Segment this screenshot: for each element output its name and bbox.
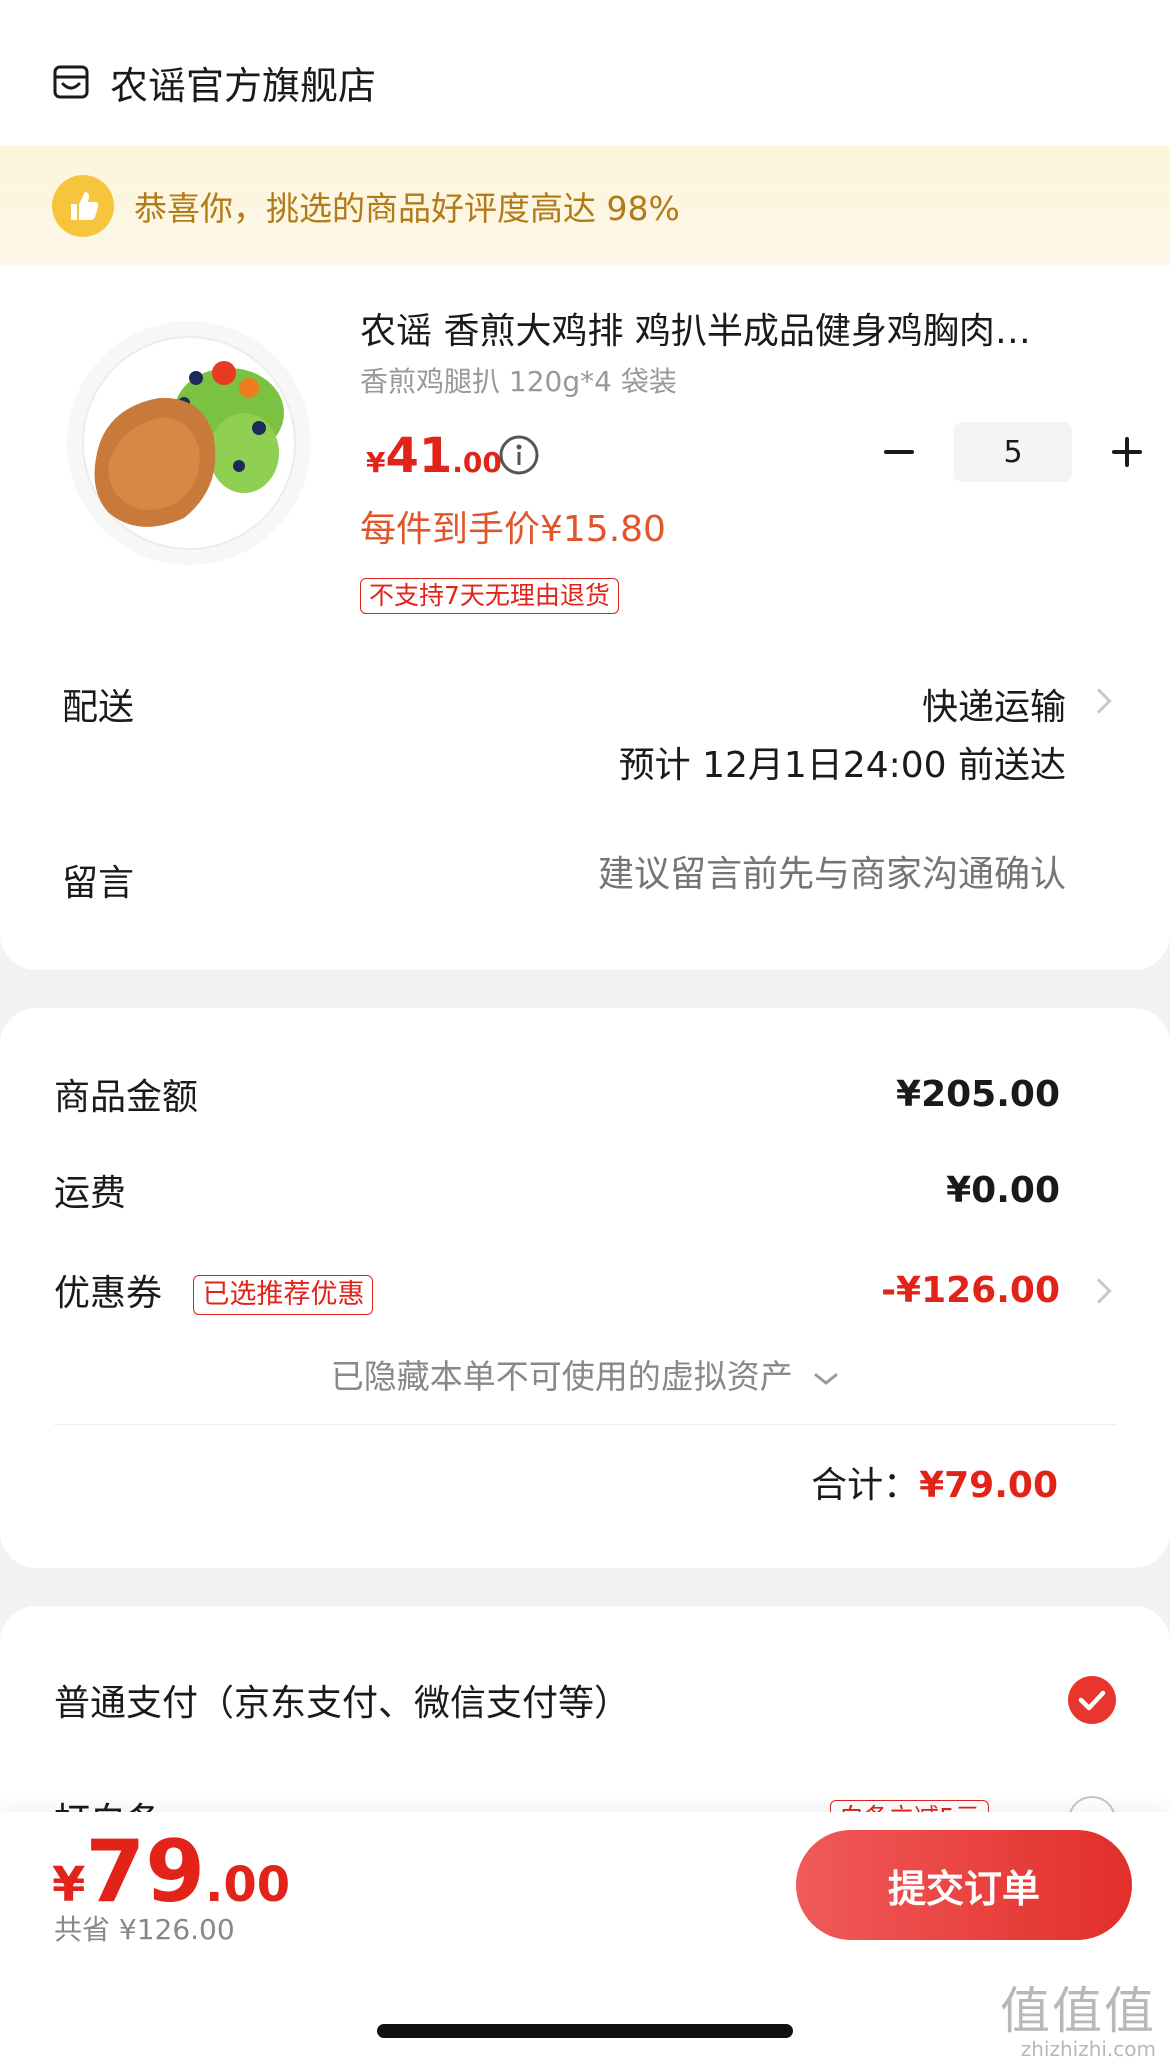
saved-amount: 共省 ¥126.00: [54, 1913, 235, 1946]
payment-option-normal[interactable]: 普通支付（京东支付、微信支付等）: [54, 1674, 630, 1726]
coupon-label-group: 优惠券 已选推荐优惠: [54, 1264, 374, 1316]
goods-amount-row: 商品金额 ¥205.00: [54, 1068, 1060, 1120]
divider: [54, 1424, 1116, 1425]
shipping-value: ¥0.00: [946, 1169, 1060, 1211]
hidden-assets-toggle[interactable]: 已隐藏本单不可使用的虚拟资产: [0, 1350, 1170, 1398]
final-price-currency: ¥: [52, 1857, 86, 1913]
final-price: ¥ 79 .00: [52, 1822, 290, 1922]
quantity-value[interactable]: 5: [954, 422, 1072, 482]
increase-quantity-button[interactable]: [1108, 433, 1146, 471]
thumbs-up-icon: [52, 175, 114, 237]
goods-amount-label: 商品金额: [54, 1077, 199, 1118]
coupon-label: 优惠券: [54, 1273, 163, 1314]
total-value: ¥79.00: [919, 1465, 1058, 1506]
final-price-integer: 79: [85, 1822, 206, 1922]
unit-price: 每件到手价¥15.80: [360, 509, 666, 550]
delivery-estimate: 预计 12月1日24:00 前送达: [618, 745, 1066, 786]
product-price: ¥ 41 .00: [366, 428, 502, 484]
delivery-method[interactable]: 快递运输: [922, 678, 1066, 730]
hidden-assets-text: 已隐藏本单不可使用的虚拟资产: [330, 1357, 793, 1396]
watermark: 值值值 zhizhizhi.com: [1000, 1984, 1156, 2060]
decrease-quantity-button[interactable]: [880, 433, 918, 471]
product-image[interactable]: [64, 318, 314, 568]
message-input[interactable]: [466, 854, 1066, 895]
watermark-url: zhizhizhi.com: [1020, 2037, 1156, 2061]
coupon-tag: 已选推荐优惠: [193, 1275, 374, 1315]
praise-banner: 恭喜你，挑选的商品好评度高达 98%: [0, 146, 1170, 266]
coupon-value[interactable]: -¥126.00: [881, 1270, 1060, 1311]
info-icon[interactable]: [498, 434, 540, 476]
delivery-label: 配送: [62, 687, 135, 728]
chevron-down-icon: [814, 1373, 838, 1385]
price-integer: 41: [385, 428, 453, 484]
final-price-decimal: .00: [205, 1857, 291, 1913]
submit-order-button[interactable]: 提交订单: [796, 1830, 1132, 1940]
shipping-label: 运费: [54, 1173, 127, 1214]
home-indicator: [377, 2024, 793, 2038]
shipping-row: 运费 ¥0.00: [54, 1164, 1060, 1216]
goods-amount-value: ¥205.00: [896, 1073, 1060, 1115]
order-total: 合计：¥79.00: [811, 1456, 1058, 1508]
total-label: 合计：: [811, 1465, 920, 1506]
product-spec: 香煎鸡腿扒 120g*4 袋装: [360, 365, 677, 398]
watermark-logo: 值值值: [1000, 1982, 1156, 2040]
message-label: 留言: [62, 863, 135, 904]
store-name: 农谣官方旗舰店: [110, 63, 377, 108]
praise-text: 恭喜你，挑选的商品好评度高达 98%: [134, 189, 680, 228]
quantity-stepper: 5: [880, 422, 1146, 482]
price-currency: ¥: [366, 446, 386, 479]
return-policy-tag: 不支持7天无理由退货: [360, 578, 619, 614]
coupon-row[interactable]: 优惠券 已选推荐优惠 -¥126.00: [54, 1264, 1060, 1316]
check-icon[interactable]: [1068, 1676, 1116, 1724]
product-title[interactable]: 农谣 香煎大鸡排 鸡扒半成品健身鸡胸肉…: [360, 302, 1100, 354]
store-header[interactable]: 农谣官方旗舰店: [52, 52, 376, 112]
store-icon: [53, 65, 89, 99]
price-decimal: .00: [452, 446, 502, 479]
